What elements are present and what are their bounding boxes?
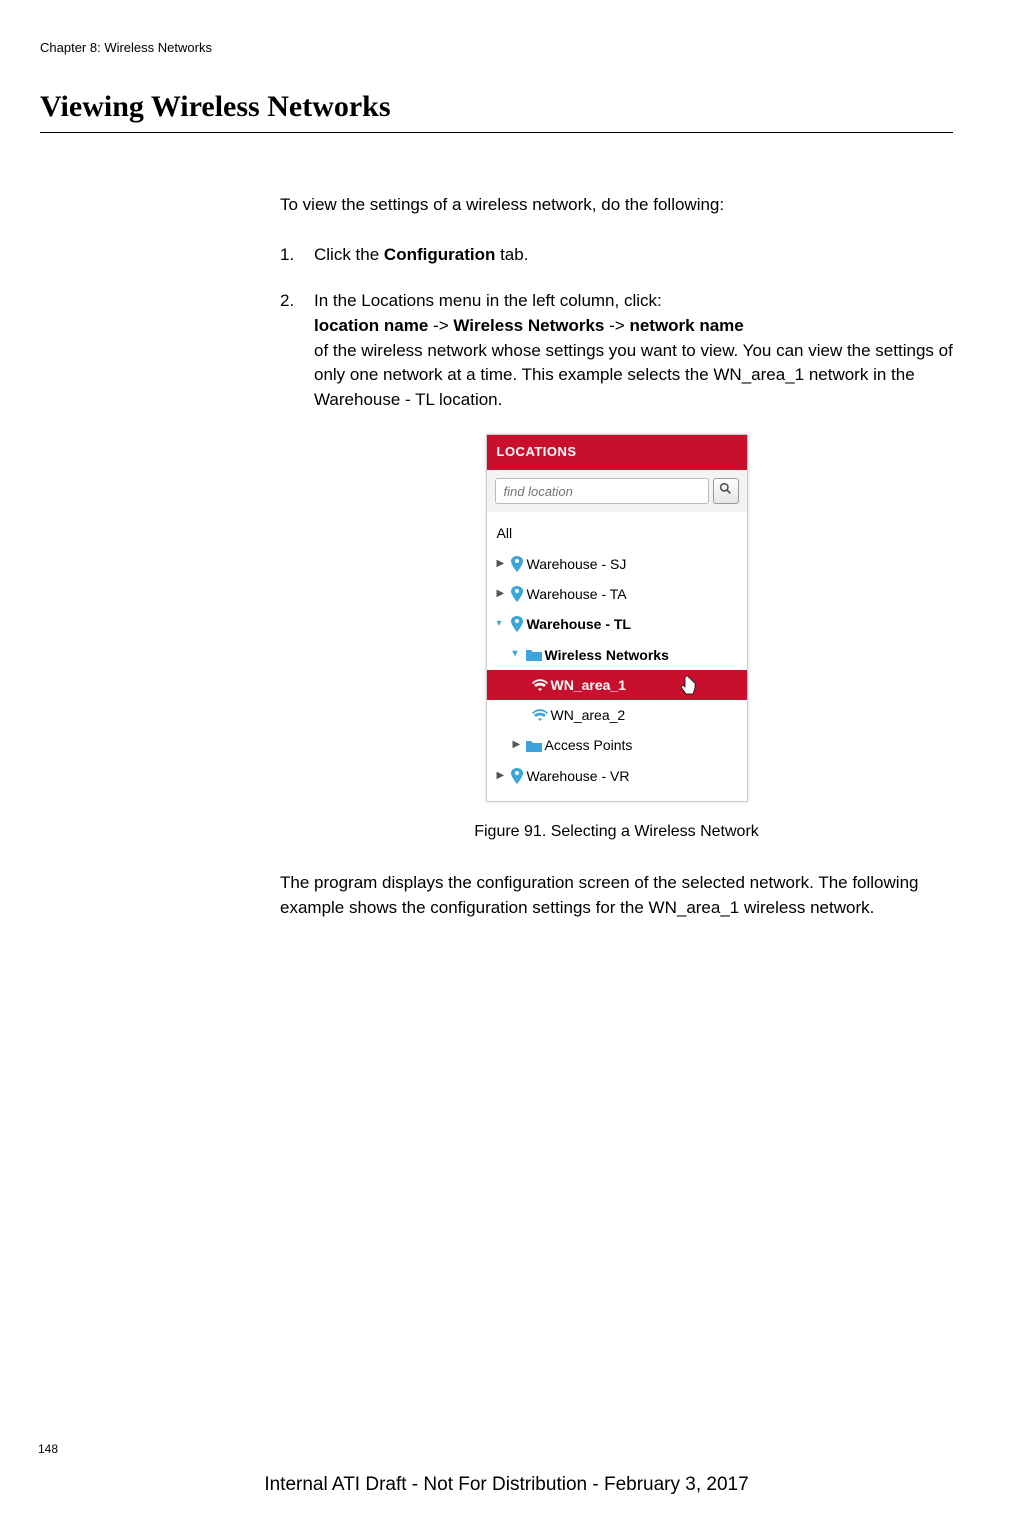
tree-label: Access Points (545, 735, 633, 755)
caret-right-icon: ▶ (513, 738, 523, 753)
cursor-hand-icon (679, 676, 697, 703)
arrow1: -> (428, 316, 453, 335)
search-input[interactable] (495, 478, 709, 504)
folder-icon (525, 739, 543, 752)
caret-right-icon: ▶ (497, 557, 507, 572)
tree-item-warehouse-vr[interactable]: ▶ Warehouse - VR (495, 761, 739, 791)
section-title: Viewing Wireless Networks (40, 90, 953, 133)
tree-label: Warehouse - TL (527, 614, 632, 634)
pin-icon (509, 768, 525, 784)
step-1: 1. Click the Configuration tab. (280, 243, 953, 268)
location-name-label: location name (314, 316, 428, 335)
tree-label: WN_area_2 (551, 705, 626, 725)
figure-container: LOCATIONS All ▶ Warehouse - SJ (280, 434, 953, 802)
search-icon (719, 482, 732, 501)
step-text: In the Locations menu in the left column… (314, 289, 953, 412)
wireless-networks-label: Wireless Networks (453, 316, 604, 335)
locations-tree: All ▶ Warehouse - SJ ▶ Warehouse - TA ▾ … (487, 512, 747, 801)
tree-item-access-points[interactable]: ▶ Access Points (495, 730, 739, 760)
page-number: 148 (38, 1442, 58, 1456)
tree-label-selected: WN_area_1 (551, 675, 627, 695)
caret-right-icon: ▶ (497, 769, 507, 784)
tree-item-wn-area-1[interactable]: WN_area_1 (487, 670, 747, 700)
step1-post: tab. (495, 245, 528, 264)
tree-item-all[interactable]: All (495, 518, 739, 548)
step2-rest: of the wireless network whose settings y… (314, 341, 953, 409)
step-text: Click the Configuration tab. (314, 243, 528, 268)
figure-caption: Figure 91. Selecting a Wireless Network (280, 820, 953, 843)
wifi-icon (531, 679, 549, 691)
wifi-icon (531, 709, 549, 721)
content-body: To view the settings of a wireless netwo… (280, 193, 953, 920)
intro-text: To view the settings of a wireless netwo… (280, 193, 953, 218)
pin-icon (509, 616, 525, 632)
search-button[interactable] (713, 478, 739, 504)
folder-icon (525, 648, 543, 661)
tree-item-wireless-networks[interactable]: ▾ Wireless Networks (495, 640, 739, 670)
footer-watermark: Internal ATI Draft - Not For Distributio… (0, 1474, 1013, 1496)
pin-icon (509, 556, 525, 572)
tree-label: Warehouse - TA (527, 584, 627, 604)
step-number: 1. (280, 243, 308, 268)
locations-panel: LOCATIONS All ▶ Warehouse - SJ (486, 434, 748, 802)
configuration-tab-label: Configuration (384, 245, 495, 264)
network-name-label: network name (629, 316, 743, 335)
tree-label: Warehouse - VR (527, 766, 630, 786)
tree-item-warehouse-tl[interactable]: ▾ Warehouse - TL (495, 609, 739, 639)
tree-item-wn-area-2[interactable]: WN_area_2 (495, 700, 739, 730)
locations-panel-header: LOCATIONS (487, 435, 747, 470)
tree-all-label: All (497, 523, 513, 543)
step2-line1: In the Locations menu in the left column… (314, 291, 662, 310)
tree-item-warehouse-sj[interactable]: ▶ Warehouse - SJ (495, 549, 739, 579)
caret-down-icon: ▾ (497, 617, 507, 632)
step-2: 2. In the Locations menu in the left col… (280, 289, 953, 412)
chapter-header: Chapter 8: Wireless Networks (40, 40, 953, 55)
tree-label: Warehouse - SJ (527, 554, 627, 574)
tree-item-warehouse-ta[interactable]: ▶ Warehouse - TA (495, 579, 739, 609)
search-row (487, 470, 747, 512)
caret-right-icon: ▶ (497, 587, 507, 602)
caret-down-icon: ▾ (513, 647, 523, 662)
tree-label: Wireless Networks (545, 645, 669, 665)
arrow2: -> (604, 316, 629, 335)
result-text: The program displays the configuration s… (280, 871, 953, 920)
pin-icon (509, 586, 525, 602)
step1-pre: Click the (314, 245, 384, 264)
step-number: 2. (280, 289, 308, 412)
